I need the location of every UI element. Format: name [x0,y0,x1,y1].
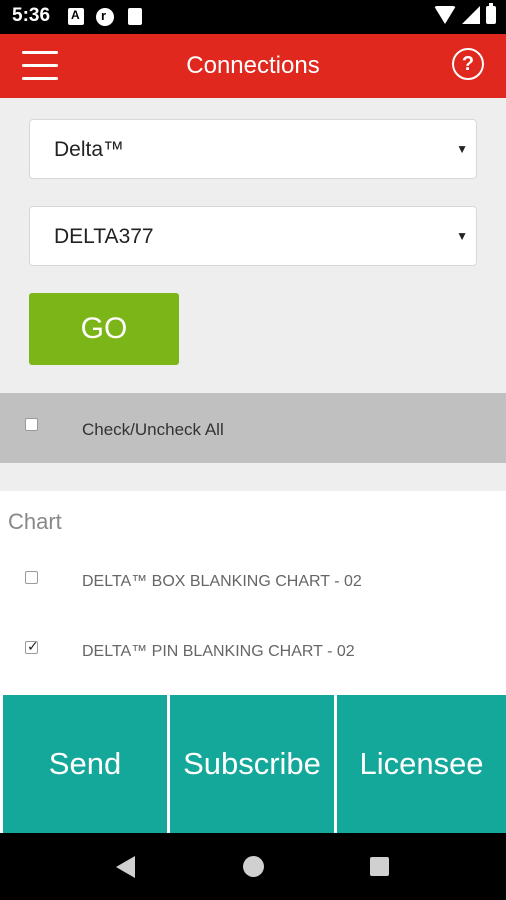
status-right-icons [434,3,496,24]
help-icon[interactable]: ? [452,48,484,80]
status-time: 5:36 [12,5,51,26]
model-select[interactable]: DELTA377 ▼ [29,206,477,266]
check-all-checkbox[interactable] [25,418,38,431]
chart-list: Chart DELTA™ BOX BLANKING CHART - 02 DEL… [0,491,506,695]
r-notification-icon [96,8,114,26]
sd-card-icon [128,8,142,25]
brand-select[interactable]: Delta™ ▼ [29,119,477,179]
page-title: Connections [186,52,320,79]
brand-select-value: Delta™ [54,138,125,161]
status-bar: 5:36 [0,0,506,34]
go-button[interactable]: GO [29,293,179,365]
chart-item-label: DELTA™ PIN BLANKING CHART - 02 [82,643,355,660]
signal-icon [462,6,480,24]
home-icon[interactable] [243,856,264,877]
send-button[interactable]: Send [3,695,167,833]
chart-item-label: DELTA™ BOX BLANKING CHART - 02 [82,573,362,590]
chart-checkbox[interactable] [25,638,39,655]
subscribe-button[interactable]: Subscribe [170,695,334,833]
a-notification-icon [68,8,84,25]
licensee-button[interactable]: Licensee [337,695,506,833]
chevron-down-icon: ▼ [456,229,468,243]
action-bar: Send Subscribe Licensee [0,695,506,833]
app-bar: Connections ? [0,34,506,98]
check-all-label: Check/Uncheck All [82,420,224,439]
back-icon[interactable] [116,856,135,878]
chart-heading: Chart [8,509,62,534]
wifi-icon [434,6,456,24]
model-select-value: DELTA377 [54,225,154,248]
chevron-down-icon: ▼ [456,142,468,156]
list-item[interactable]: DELTA™ PIN BLANKING CHART - 02 [0,629,506,679]
system-nav-bar [0,833,506,900]
check-all-bar: Check/Uncheck All [0,393,506,463]
chart-checkbox[interactable] [25,571,38,584]
list-item[interactable]: DELTA™ BOX BLANKING CHART - 02 [0,559,506,609]
battery-icon [486,3,496,24]
recent-apps-icon[interactable] [370,857,389,876]
